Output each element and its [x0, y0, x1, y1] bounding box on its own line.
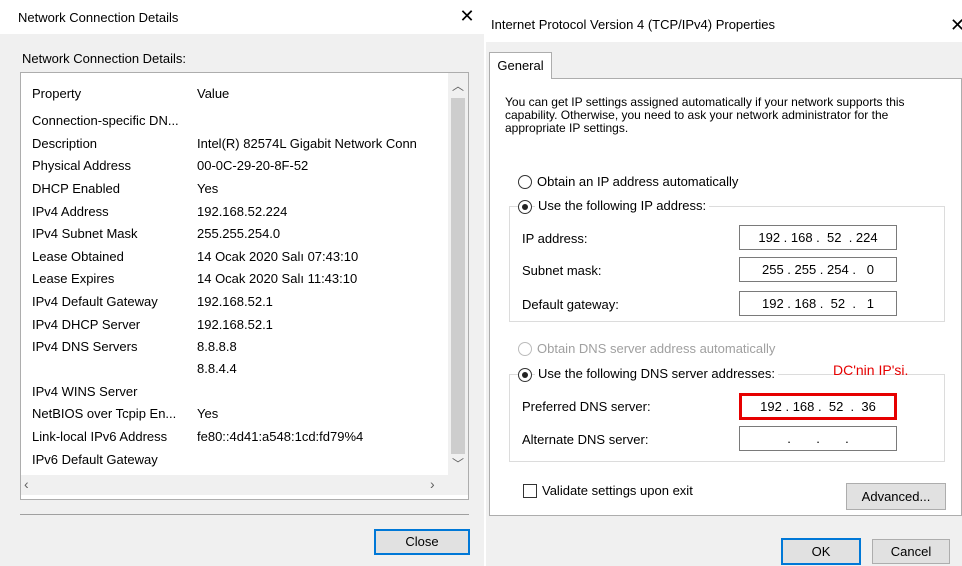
left-window-title: Network Connection Details	[18, 10, 179, 25]
row-value: 192.168.52.1	[197, 317, 273, 332]
horizontal-scrollbar[interactable]	[21, 475, 468, 495]
details-list[interactable]: Property Value Connection-specific DN...…	[20, 72, 469, 500]
scroll-left-icon[interactable]: ‹	[24, 476, 29, 492]
preferred-dns-label: Preferred DNS server:	[522, 399, 651, 414]
row-property: Description	[32, 136, 98, 151]
row-property: IPv4 Address	[32, 204, 109, 219]
validate-checkbox-label[interactable]: Validate settings upon exit	[542, 483, 693, 498]
right-close-icon[interactable]: ✕	[950, 15, 962, 36]
row-value: 14 Ocak 2020 Salı 07:43:10	[197, 249, 359, 264]
scroll-right-icon[interactable]: ›	[430, 476, 435, 492]
column-header-property[interactable]: Property	[32, 86, 81, 102]
row-property: IPv4 WINS Server	[32, 384, 138, 399]
scroll-up-icon[interactable]: ︿	[448, 77, 468, 94]
ip-address-label: IP address:	[522, 231, 588, 246]
row-property: IPv6 Default Gateway	[32, 452, 158, 467]
radio-use-static-dns[interactable]	[518, 368, 532, 382]
ok-button[interactable]: OK	[781, 538, 861, 565]
right-window-title: Internet Protocol Version 4 (TCP/IPv4) P…	[491, 17, 775, 32]
default-gateway-label: Default gateway:	[522, 297, 619, 312]
vertical-scroll-thumb[interactable]	[451, 98, 465, 454]
row-value: Yes	[197, 406, 219, 421]
ip-address-input[interactable]: 192 . 168 . 52 . 224	[739, 225, 897, 250]
row-value: 8.8.4.4	[197, 361, 237, 376]
row-value: 255.255.254.0	[197, 226, 281, 241]
row-value: 8.8.8.8	[197, 339, 237, 354]
subnet-mask-input[interactable]: 255 . 255 . 254 . 0	[739, 257, 897, 282]
annotation-dc-ip: DC'nin IP'si.	[833, 362, 909, 378]
radio-obtain-ip-auto[interactable]	[518, 175, 532, 189]
radio-obtain-dns-auto[interactable]	[518, 342, 532, 356]
radio-use-static-dns-label[interactable]: Use the following DNS server addresses:	[535, 366, 778, 381]
subnet-mask-label: Subnet mask:	[522, 263, 602, 278]
advanced-button[interactable]: Advanced...	[846, 483, 946, 510]
row-property: Lease Expires	[32, 271, 115, 286]
radio-use-static-ip-label[interactable]: Use the following IP address:	[535, 198, 710, 213]
row-property: NetBIOS over Tcpip En...	[32, 406, 177, 421]
column-header-value[interactable]: Value	[197, 86, 442, 102]
row-value: 00-0C-29-20-8F-52	[197, 158, 309, 173]
row-property: Link-local IPv6 Address	[32, 429, 168, 444]
validate-checkbox[interactable]	[523, 484, 537, 498]
row-value: 192.168.52.1	[197, 294, 273, 309]
cancel-button[interactable]: Cancel	[872, 539, 950, 564]
highlight-box	[739, 393, 897, 420]
alternate-dns-label: Alternate DNS server:	[522, 432, 649, 447]
row-property: Connection-specific DN...	[32, 113, 179, 128]
row-value: Intel(R) 82574L Gigabit Network Conn	[197, 136, 417, 151]
row-property: Lease Obtained	[32, 249, 124, 264]
row-value: 192.168.52.224	[197, 204, 288, 219]
row-value: 14 Ocak 2020 Salı 11:43:10	[197, 271, 358, 286]
row-property: IPv4 DNS Servers	[32, 339, 138, 354]
alternate-dns-input[interactable]: . . .	[739, 426, 897, 451]
row-property: IPv4 DHCP Server	[32, 317, 141, 332]
radio-use-static-ip[interactable]	[518, 200, 532, 214]
scroll-down-icon[interactable]: ﹀	[448, 455, 468, 472]
default-gateway-input[interactable]: 192 . 168 . 52 . 1	[739, 291, 897, 316]
row-value: Yes	[197, 181, 219, 196]
radio-obtain-dns-auto-label[interactable]: Obtain DNS server address automatically	[537, 341, 775, 356]
separator	[20, 514, 469, 515]
row-property: Physical Address	[32, 158, 131, 173]
close-button[interactable]: Close	[374, 529, 470, 555]
left-close-icon[interactable]: ✕	[456, 6, 478, 27]
radio-obtain-ip-auto-label[interactable]: Obtain an IP address automatically	[537, 174, 738, 189]
row-property: IPv4 Default Gateway	[32, 294, 158, 309]
row-property: IPv4 Subnet Mask	[32, 226, 138, 241]
details-group-label: Network Connection Details:	[22, 51, 187, 66]
intro-text: You can get IP settings assigned automat…	[505, 95, 905, 135]
row-value: fe80::4d41:a548:1cd:fd79%4	[197, 429, 364, 444]
row-property: DHCP Enabled	[32, 181, 120, 196]
tab-general[interactable]: General	[489, 52, 552, 79]
